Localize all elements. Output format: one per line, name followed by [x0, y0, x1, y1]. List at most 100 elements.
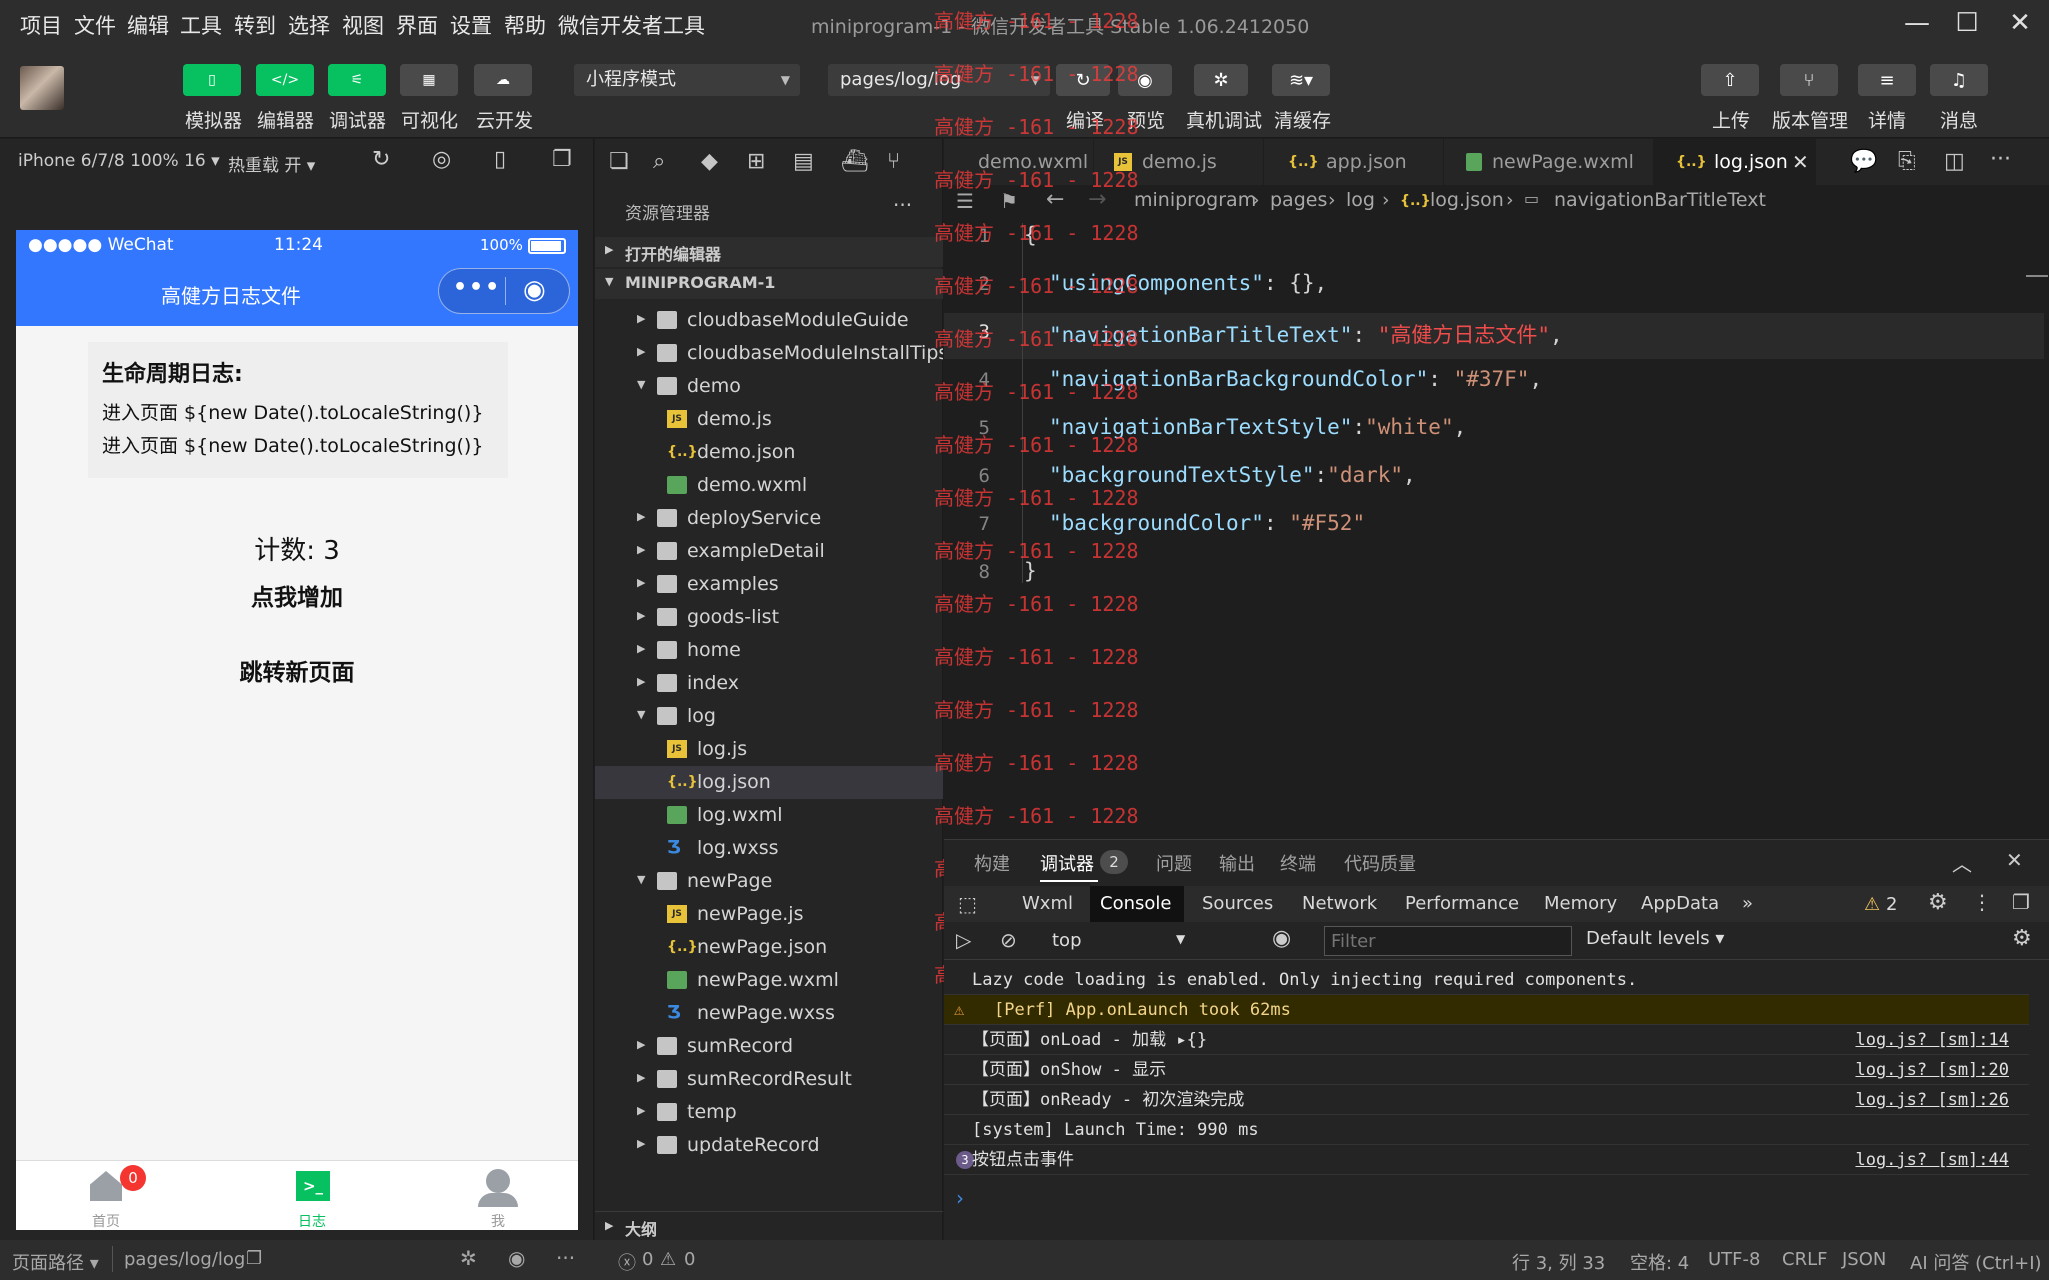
open-editors-section[interactable]: ▶ 打开的编辑器	[595, 237, 943, 267]
devtab-performance[interactable]: Performance	[1405, 886, 1519, 922]
tree-file[interactable]: JS newPage.js	[595, 898, 943, 931]
tab-newpage-wxml[interactable]: newPage.wxml	[1444, 139, 1654, 185]
tree-folder[interactable]: ▶ sumRecord	[595, 1030, 943, 1063]
back-icon[interactable]: ←	[1046, 187, 1064, 212]
forward-icon[interactable]: →	[1088, 187, 1106, 212]
tab-debugger[interactable]: 调试器	[1040, 850, 1094, 876]
tab-problems[interactable]: 问题	[1156, 850, 1192, 876]
indentation[interactable]: 空格: 4	[1630, 1249, 1689, 1275]
tree-file[interactable]: JS log.js	[595, 733, 943, 766]
tree-file[interactable]: Ʒlog.wxss	[595, 832, 943, 865]
tree-folder[interactable]: ▶ cloudbaseModuleGuide	[595, 304, 943, 337]
tree-file[interactable]: {..} log.json	[595, 766, 943, 799]
tab-log-json[interactable]: {..} log.json ✕	[1654, 139, 1816, 185]
tree-folder[interactable]: ▶ exampleDetail	[595, 535, 943, 568]
comment-icon[interactable]: 💬	[1850, 149, 1877, 174]
bug-icon[interactable]: ✲	[460, 1246, 477, 1270]
hot-reload-toggle[interactable]: 热重载 开 ▾	[228, 151, 315, 176]
tree-folder[interactable]: ▶ deployService	[595, 502, 943, 535]
menu-file[interactable]: 文件	[74, 10, 116, 40]
mode-select[interactable]: 小程序模式 ▼	[574, 64, 800, 96]
page-path-select[interactable]: 页面路径 ▾	[12, 1249, 99, 1275]
clear-console-icon[interactable]: ⊘	[1000, 928, 1017, 952]
capsule-close-icon[interactable]: ◉	[523, 275, 546, 305]
tree-folder[interactable]: ▼ newPage	[595, 865, 943, 898]
more-icon[interactable]: ⋮	[1972, 890, 1992, 914]
tree-folder[interactable]: ▶ sumRecordResult	[595, 1063, 943, 1096]
editor-button[interactable]: </>	[256, 64, 314, 96]
source-link[interactable]: log.js? [sm]:26	[1855, 1085, 2009, 1115]
tree-file[interactable]: {..} demo.json	[595, 436, 943, 469]
devtab-appdata[interactable]: AppData	[1641, 886, 1719, 922]
split-editor-icon[interactable]: ◫	[1944, 149, 1965, 174]
console-settings-icon[interactable]: ⚙	[2012, 926, 2032, 951]
tree-file[interactable]: demo.wxml	[595, 469, 943, 502]
language-mode[interactable]: JSON	[1842, 1249, 1886, 1270]
console-filter-input[interactable]	[1324, 926, 1572, 956]
tab-log[interactable]: >_ 日志	[252, 1161, 372, 1230]
console-prompt-icon[interactable]: ›	[956, 1186, 964, 1210]
outline-section[interactable]: ▶ 大纲	[595, 1211, 943, 1241]
tab-output[interactable]: 输出	[1219, 850, 1255, 876]
tab-code-quality[interactable]: 代码质量	[1344, 850, 1416, 876]
docker-icon[interactable]: ⛴	[841, 149, 869, 174]
search-icon[interactable]: ⌕	[653, 149, 665, 174]
tab-terminal[interactable]: 终端	[1280, 850, 1316, 876]
devtab-wxml[interactable]: Wxml	[1022, 886, 1073, 922]
menu-goto[interactable]: 转到	[234, 10, 276, 40]
version-button[interactable]: ⑂	[1780, 64, 1838, 96]
breadcrumb-item[interactable]: log	[1346, 189, 1375, 211]
breadcrumb-item[interactable]: pages	[1270, 189, 1327, 211]
line-ending[interactable]: CRLF	[1782, 1249, 1827, 1270]
source-link[interactable]: log.js? [sm]:44	[1855, 1145, 2009, 1175]
tree-file[interactable]: JS demo.js	[595, 403, 943, 436]
tab-home[interactable]: 0 首页	[46, 1161, 166, 1230]
avatar[interactable]	[20, 66, 64, 110]
tree-folder[interactable]: ▶ temp	[595, 1096, 943, 1129]
maximize-icon[interactable]: ☐	[1942, 6, 1992, 40]
inspect-icon[interactable]: ⬚	[958, 892, 977, 916]
menu-settings[interactable]: 设置	[450, 10, 492, 40]
stop-icon[interactable]: ◎	[432, 147, 451, 172]
encoding[interactable]: UTF-8	[1708, 1249, 1760, 1270]
clear-cache-button[interactable]: ≋▾	[1272, 64, 1330, 96]
tab-demo-js[interactable]: JS demo.js	[1094, 139, 1264, 185]
more-tabs-icon[interactable]: »	[1742, 886, 1753, 922]
device-select[interactable]: iPhone 6/7/8 100% 16 ▾	[18, 151, 220, 171]
tree-file[interactable]: {..} newPage.json	[595, 931, 943, 964]
tree-folder[interactable]: ▶ goods-list	[595, 601, 943, 634]
tab-demo-wxml[interactable]: demo.wxml	[944, 139, 1094, 185]
tree-folder[interactable]: ▶ index	[595, 667, 943, 700]
undock-icon[interactable]: ❐	[2012, 890, 2030, 914]
detach-icon[interactable]: ❐	[552, 147, 572, 172]
levels-select[interactable]: Default levels ▾	[1586, 928, 1724, 949]
tab-me[interactable]: 我	[438, 1161, 558, 1230]
settings-icon[interactable]: ⚙	[1928, 890, 1948, 915]
tree-folder[interactable]: ▼ demo	[595, 370, 943, 403]
tree-folder[interactable]: ▶ examples	[595, 568, 943, 601]
branch-icon[interactable]: ⑂	[887, 149, 900, 174]
eye-icon[interactable]: ◉	[508, 1246, 525, 1270]
error-icon[interactable]: ⓧ	[618, 1249, 636, 1275]
code-editor[interactable]: 1 {2 "usingComponents": {}, 3 "navigationBar…	[934, 9, 2049, 987]
more-icon[interactable]: ···	[893, 193, 912, 217]
files-icon[interactable]: ❏	[609, 149, 629, 174]
devtab-memory[interactable]: Memory	[1544, 886, 1617, 922]
phone-icon[interactable]: ▯	[494, 147, 506, 172]
tree-folder[interactable]: ▶ updateRecord	[595, 1129, 943, 1154]
jump-page-button[interactable]: 跳转新页面	[177, 653, 417, 687]
menu-tools[interactable]: 工具	[180, 10, 222, 40]
compile-button[interactable]: ↻	[1056, 64, 1110, 96]
menu-edit[interactable]: 编辑	[127, 10, 169, 40]
close-window-icon[interactable]: ✕	[1995, 6, 2045, 40]
chevron-up-icon[interactable]: ︿	[1952, 848, 1972, 877]
debugger-button[interactable]: ⚟	[328, 64, 386, 96]
eye-icon[interactable]: ◉	[1272, 926, 1291, 951]
messages-button[interactable]: ♫	[1930, 64, 1988, 96]
menu-interface[interactable]: 界面	[396, 10, 438, 40]
ai-assistant[interactable]: AI 问答 (Ctrl+I)	[1910, 1249, 2042, 1275]
open-file-icon[interactable]: ⎘	[1898, 149, 1916, 174]
tree-folder[interactable]: ▼ log	[595, 700, 943, 733]
git-icon[interactable]: ◆	[701, 149, 718, 174]
tab-app-json[interactable]: {..} app.json	[1264, 139, 1444, 185]
